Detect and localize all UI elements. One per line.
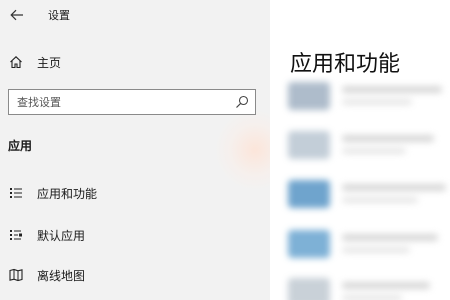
- apps-features-icon: [8, 185, 24, 201]
- app-name-placeholder: [342, 234, 438, 241]
- sidebar: 设置 主页 应用: [0, 0, 295, 300]
- arrow-left-icon: [10, 9, 23, 21]
- sidebar-item-default-apps[interactable]: 默认应用: [0, 220, 270, 250]
- app-list-item[interactable]: [284, 274, 450, 300]
- app-name-placeholder: [342, 86, 442, 93]
- home-icon: [8, 54, 24, 70]
- app-name-placeholder: [342, 282, 430, 289]
- app-detail-placeholder: [342, 295, 402, 300]
- app-list-item[interactable]: [284, 176, 450, 212]
- sidebar-item-label: 应用和功能: [37, 186, 98, 201]
- search-icon[interactable]: [235, 95, 249, 109]
- sidebar-item-apps-features[interactable]: 应用和功能: [0, 178, 270, 208]
- app-detail-placeholder: [342, 148, 406, 154]
- app-detail-placeholder: [342, 247, 410, 253]
- app-name-placeholder: [342, 184, 446, 191]
- app-icon: [288, 131, 330, 159]
- sidebar-item-home[interactable]: 主页: [0, 47, 270, 77]
- app-detail-placeholder: [342, 197, 418, 203]
- app-icon: [288, 82, 330, 110]
- app-detail-placeholder: [342, 99, 412, 105]
- sidebar-item-label: 主页: [37, 55, 62, 70]
- app-name-placeholder: [342, 135, 434, 142]
- search-box: [8, 89, 256, 115]
- window-title: 设置: [48, 9, 70, 22]
- app-icon: [288, 230, 330, 258]
- app-list-item[interactable]: [284, 78, 450, 114]
- default-apps-icon: [8, 227, 24, 243]
- app-icon: [288, 180, 330, 208]
- main-content: 应用和功能: [270, 0, 450, 300]
- offline-maps-icon: [8, 267, 24, 283]
- section-heading: 应用: [8, 139, 33, 153]
- app-icon: [288, 278, 330, 300]
- title-bar: 设置: [0, 0, 270, 30]
- back-button[interactable]: [6, 4, 28, 26]
- app-list-item[interactable]: [284, 127, 450, 163]
- sidebar-item-offline-maps[interactable]: 离线地图: [0, 260, 270, 290]
- page-title: 应用和功能: [290, 52, 401, 77]
- sidebar-item-label: 离线地图: [37, 268, 86, 283]
- app-list-item[interactable]: [284, 226, 450, 262]
- search-input[interactable]: [9, 90, 229, 114]
- sidebar-item-label: 默认应用: [37, 228, 86, 243]
- settings-window: 设置 主页 应用: [0, 0, 450, 300]
